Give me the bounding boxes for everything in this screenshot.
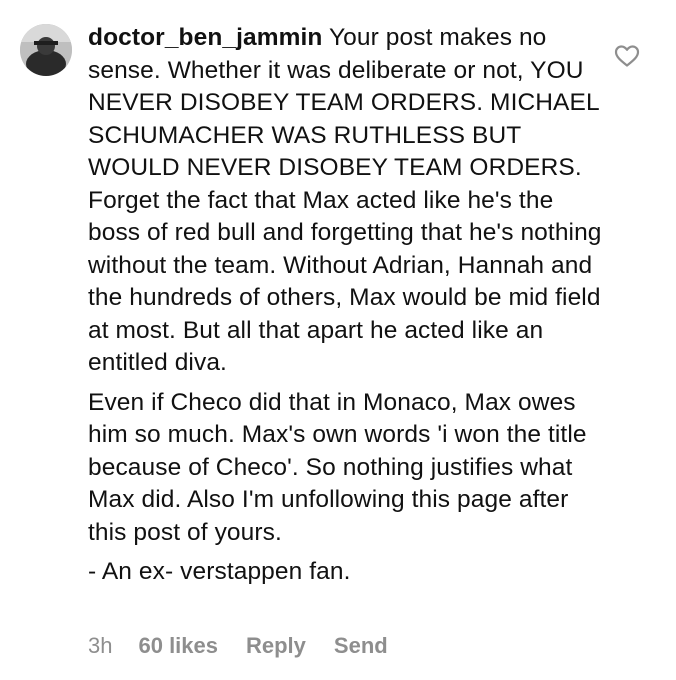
reply-button[interactable]: Reply	[246, 633, 306, 659]
comment-paragraph-2: Even if Checo did that in Monaco, Max ow…	[88, 388, 587, 546]
comment-text-1: Your post makes no sense. Whether it was…	[88, 24, 602, 376]
comment-body: doctor_ben_jammin Your post makes no sen…	[88, 22, 608, 589]
heart-icon	[614, 45, 640, 67]
comment-paragraph-3: - An ex- verstappen fan.	[88, 558, 351, 585]
username[interactable]: doctor_ben_jammin	[88, 24, 323, 51]
avatar[interactable]	[20, 24, 72, 76]
like-heart-icon[interactable]	[614, 44, 640, 68]
comment-meta: 3h 60 likes Reply Send	[88, 630, 416, 662]
avatar-image	[20, 24, 72, 76]
likes-count[interactable]: 60 likes	[138, 633, 218, 659]
send-button[interactable]: Send	[334, 633, 388, 659]
comment: doctor_ben_jammin Your post makes no sen…	[0, 0, 676, 680]
timestamp: 3h	[88, 633, 113, 658]
comment-paragraph-1: doctor_ben_jammin Your post makes no sen…	[88, 22, 608, 380]
